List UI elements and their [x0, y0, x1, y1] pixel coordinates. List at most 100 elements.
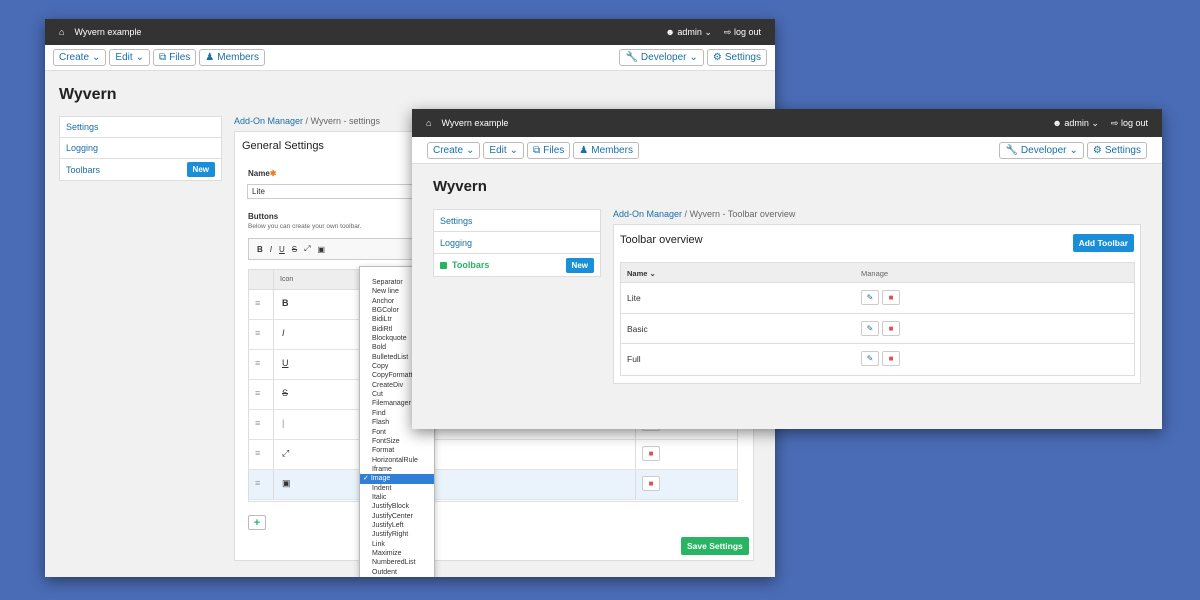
users-icon: ♟: [205, 52, 215, 63]
dropdown-option[interactable]: Outdent: [360, 568, 434, 577]
sidebar-item-toolbars[interactable]: Toolbars New: [434, 254, 600, 276]
logout-link[interactable]: ⇨ log out: [724, 27, 761, 37]
drag-handle-icon[interactable]: ≡: [255, 358, 260, 368]
home-icon[interactable]: ⌂: [426, 118, 431, 128]
users-icon: ♟: [579, 144, 589, 156]
breadcrumb: Add-On Manager / Wyvern - Toolbar overvi…: [613, 209, 796, 219]
delete-button[interactable]: ■: [882, 351, 900, 366]
members-button[interactable]: ♟ Members: [573, 141, 639, 159]
sidebar-item-logging[interactable]: Logging: [60, 138, 221, 159]
drag-handle-icon[interactable]: ≡: [255, 298, 260, 308]
maximize-icon[interactable]: ⤢: [304, 244, 310, 254]
image-icon: ▣: [282, 478, 291, 488]
edit-button[interactable]: ✎: [861, 320, 879, 336]
create-menu-button[interactable]: Create ⌄: [53, 49, 107, 66]
delete-button[interactable]: ■: [642, 476, 660, 491]
required-icon: ✱: [269, 169, 277, 178]
sidebar-item-settings[interactable]: Settings: [60, 117, 221, 138]
members-button[interactable]: ♟ Members: [199, 49, 265, 66]
dropdown-option[interactable]: FontSize: [360, 437, 434, 446]
settings-button[interactable]: ⚙ Settings: [706, 49, 767, 66]
main-toolbar: Create ⌄ Edit ⌄ ⧉ Files ♟ Members 🔧 Developer…: [412, 137, 1162, 164]
strike-button[interactable]: S: [292, 245, 297, 254]
site-title[interactable]: Wyvern example: [441, 118, 508, 128]
trash-icon: ■: [648, 479, 654, 488]
drag-handle-icon[interactable]: ≡: [255, 478, 260, 488]
trash-icon: ■: [648, 449, 654, 458]
bold-button[interactable]: B: [257, 245, 263, 254]
column-icon: Icon: [280, 276, 294, 283]
logout-icon: ⇨: [723, 27, 732, 37]
dropdown-option[interactable]: JustifyBlock: [360, 502, 434, 511]
user-menu[interactable]: ☻ admin ⌄: [665, 27, 712, 38]
main-toolbar: Create ⌄ Edit ⌄ ⧉ Files ♟ Members 🔧 Developer…: [45, 45, 775, 71]
dropdown-option[interactable]: JustifyRight: [360, 530, 434, 539]
table-header: Name ⌄ Manage: [621, 263, 1134, 283]
dropdown-option[interactable]: Maximize: [360, 549, 434, 558]
pencil-icon: ✎: [866, 293, 874, 302]
dropdown-option[interactable]: ✓ Image: [360, 474, 434, 484]
edit-button[interactable]: ✎: [861, 351, 879, 366]
pencil-icon: ✎: [866, 323, 874, 333]
sidebar-item-settings[interactable]: Settings: [434, 210, 600, 232]
drag-handle-icon[interactable]: ≡: [255, 448, 260, 458]
dropdown-option[interactable]: JustifyLeft: [360, 521, 434, 530]
delete-button[interactable]: ■: [882, 290, 900, 305]
chevron-down-icon: ⌄: [509, 144, 519, 156]
drag-handle-icon[interactable]: ≡: [255, 418, 260, 428]
files-icon: ⧉: [159, 52, 167, 63]
sidebar-item-toolbars[interactable]: Toolbars New: [60, 159, 221, 180]
dropdown-option[interactable]: Indent: [360, 484, 434, 493]
table-row: Lite ✎ ■: [621, 283, 1134, 314]
drag-handle-icon[interactable]: ≡: [255, 328, 260, 338]
delete-button[interactable]: ■: [882, 320, 900, 336]
dropdown-option[interactable]: Link: [360, 540, 434, 549]
site-title[interactable]: Wyvern example: [74, 27, 141, 37]
dropdown-option[interactable]: NumberedList: [360, 558, 434, 567]
editor-toolbar: B I U S ⤢ ▣: [248, 238, 413, 260]
edit-menu-button[interactable]: Edit ⌄: [109, 49, 151, 66]
breadcrumb-addon-manager[interactable]: Add-On Manager: [613, 209, 682, 219]
image-icon[interactable]: ▣: [318, 245, 326, 254]
toolbar-name: Lite: [627, 293, 641, 303]
sidebar-item-logging[interactable]: Logging: [434, 232, 600, 254]
trash-icon: ■: [888, 323, 894, 333]
gear-icon: ⚙: [1092, 144, 1102, 156]
column-name-sort[interactable]: Name ⌄: [627, 269, 656, 278]
home-icon[interactable]: ⌂: [59, 27, 64, 37]
user-icon: ☻: [665, 26, 675, 37]
add-row-button[interactable]: +: [248, 515, 266, 530]
user-menu[interactable]: ☻ admin ⌄: [1052, 118, 1099, 129]
add-toolbar-button[interactable]: Add Toolbar: [1072, 234, 1134, 252]
dropdown-option[interactable]: Format: [360, 446, 434, 455]
dropdown-option[interactable]: Iframe: [360, 465, 434, 474]
drag-handle-icon[interactable]: ≡: [255, 388, 260, 398]
create-menu-button[interactable]: Create ⌄: [427, 141, 481, 159]
row-icon-label: I: [282, 328, 285, 338]
italic-button[interactable]: I: [270, 245, 272, 254]
sidebar: Settings Logging Toolbars New: [59, 116, 222, 181]
files-button[interactable]: ⧉ Files: [153, 49, 197, 66]
toolbar-name: Basic: [627, 323, 648, 334]
edit-button[interactable]: ✎: [861, 290, 879, 305]
files-button[interactable]: ⧉ Files: [527, 141, 571, 159]
row-icon-label: B: [282, 298, 289, 308]
name-input[interactable]: Lite: [247, 184, 422, 199]
delete-button[interactable]: ■: [642, 446, 660, 461]
save-settings-button[interactable]: Save Settings: [681, 537, 749, 555]
edit-menu-button[interactable]: Edit ⌄: [483, 141, 525, 159]
logout-link[interactable]: ⇨ log out: [1111, 118, 1148, 128]
row-icon-label: S: [282, 388, 289, 398]
developer-menu-button[interactable]: 🔧 Developer ⌄: [999, 141, 1084, 159]
files-icon: ⧉: [533, 144, 541, 156]
dropdown-option[interactable]: HorizontalRule: [360, 456, 434, 465]
breadcrumb-addon-manager[interactable]: Add-On Manager: [234, 116, 303, 126]
name-label: Name✱: [248, 169, 277, 178]
maximize-icon: ⤢: [282, 448, 290, 458]
dropdown-option[interactable]: JustifyCenter: [360, 512, 434, 521]
row-icon-label: |: [282, 418, 285, 428]
underline-button[interactable]: U: [279, 245, 285, 254]
settings-button[interactable]: ⚙ Settings: [1086, 141, 1147, 159]
developer-menu-button[interactable]: 🔧 Developer ⌄: [619, 49, 704, 66]
dropdown-option[interactable]: Italic: [360, 493, 434, 502]
